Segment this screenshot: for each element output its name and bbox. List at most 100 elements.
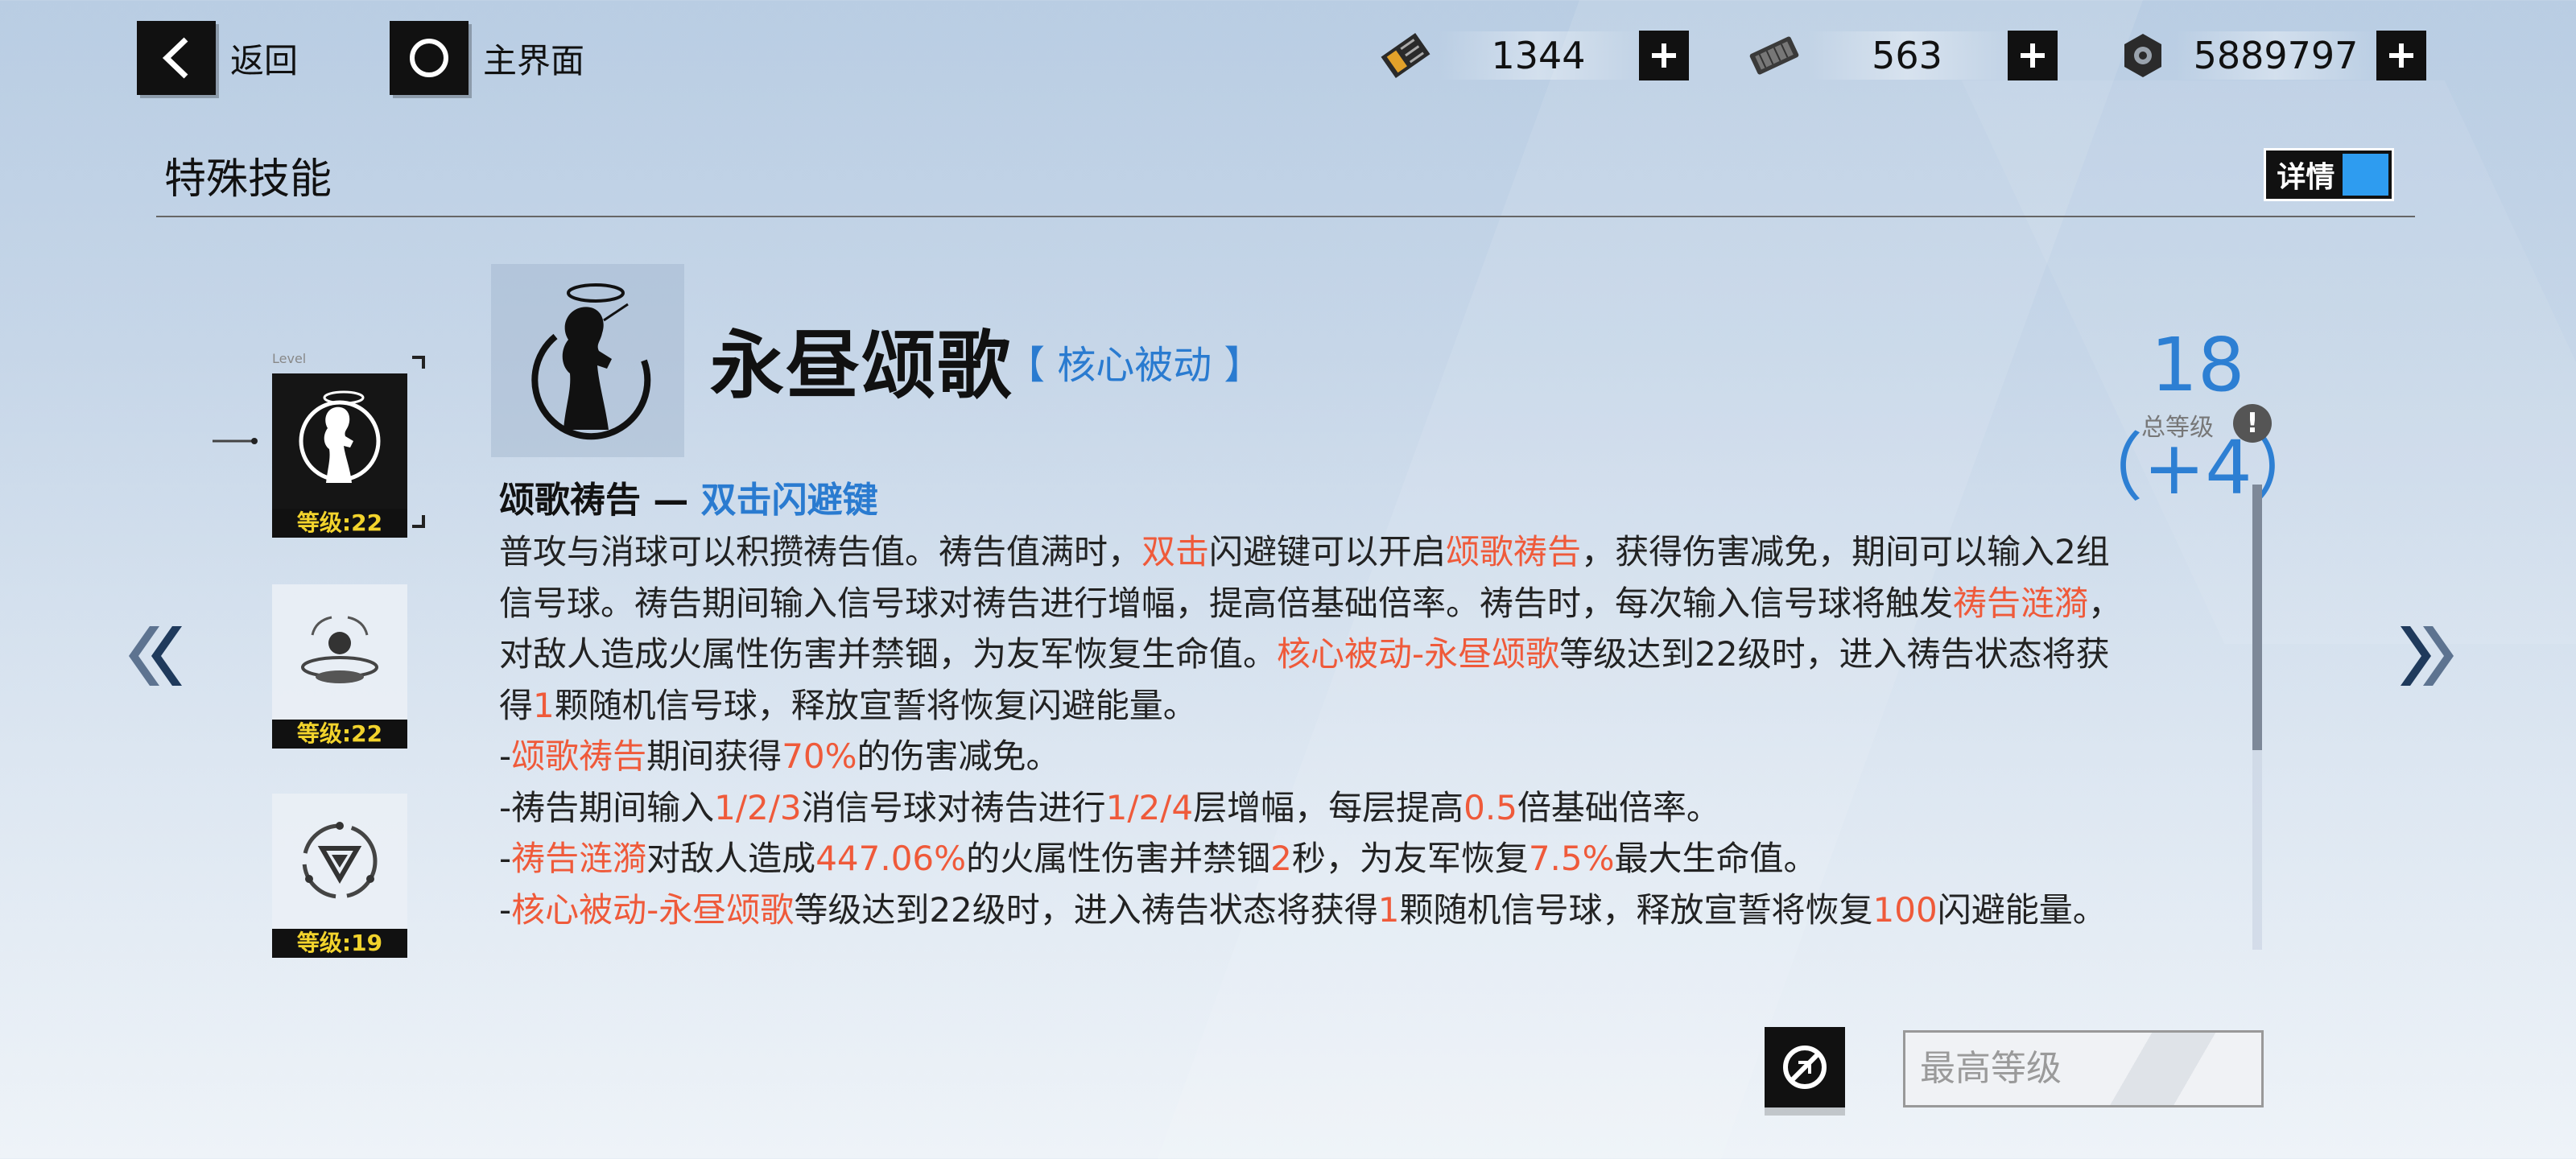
description-text: 等级达到22级时，进入祷告状态将获 [1559,634,2110,674]
description-line: -核心被动-永昼颂歌等级达到22级时，进入祷告状态将获得1颗随机信号球，释放宣誓… [499,885,2238,936]
gear-nut-icon [2111,27,2175,84]
highlight-text: 1 [1377,889,1400,930]
description-line: -祷告期间输入1/2/3消信号球对祷告进行1/2/4层增幅，每层提高0.5倍基础… [499,782,2238,834]
resource-ticket: 1344 [1373,27,1689,84]
back-button[interactable]: 返回 [137,21,298,95]
next-arrow-button[interactable] [2401,620,2465,692]
angel-silhouette-icon [272,373,407,509]
highlight-text: 100 [1872,889,1938,930]
description-text: 倍基础倍率。 [1517,787,1720,827]
divider [156,216,2415,217]
highlight-text: 祷告涟漪 [1953,583,2089,623]
description-text: 闪避键可以开启 [1209,532,1447,571]
highlight-text: 2 [1270,839,1292,878]
orb-platform-icon [272,584,407,720]
chevron-left-icon [137,21,216,95]
triangle-ring-icon [272,794,407,929]
ticket-icon [1373,27,1438,84]
description-line: -颂歌祷告期间获得70%的伤害减免。 [499,731,2238,782]
description-text: 信号球。祷告期间输入信号球对祷告进行增幅，提高倍基础倍率。祷告时，每次输入信号球… [499,583,1954,623]
description-line: 对敌人造成火属性伤害并禁锢，为友军恢复生命值。核心被动-永昼颂歌等级达到22级时… [499,629,2238,680]
highlight-text: 祷告涟漪 [511,839,647,878]
total-level-label: 总等级 [2141,414,2214,442]
description-text: -祷告期间输入 [499,787,715,827]
no-upgrade-button[interactable] [1765,1027,1845,1107]
toggle-knob [2342,154,2388,196]
home-label: 主界面 [483,40,585,80]
skill-type: 【 核心被动 】 [1006,343,1263,388]
circle-icon [390,21,469,95]
description-text: 颗随机信号球，释放宣誓将恢复 [1399,889,1873,930]
add-ticket-button[interactable] [1639,31,1689,80]
resource-value: 563 [1806,31,2008,80]
detail-label: 详情 [2277,161,2335,194]
description-text: 最大生命值。 [1614,839,1818,878]
resource-value: 1344 [1438,31,1639,80]
description-text: - [499,736,512,776]
highlight-text: 7.5% [1528,839,1615,878]
skill-portrait [491,264,684,457]
info-icon[interactable]: ! [2233,404,2272,443]
max-level-button[interactable]: 最高等级 [1903,1030,2264,1107]
subtitle-key: 双击闪避键 [700,480,878,521]
highlight-text: 颂歌祷告 [511,736,647,776]
description-text: - [499,889,512,930]
description-text: 的伤害减免。 [857,736,1060,776]
description-text: - [499,839,512,878]
description-text: 普攻与消球可以积攒祷告值。祷告值满时， [499,532,1142,571]
angel-silhouette-icon [531,283,651,440]
add-chip-button[interactable] [2008,31,2058,80]
description-line: 得1颗随机信号球，释放宣誓将恢复闪避能量。 [499,680,2238,732]
add-coin-button[interactable] [2376,31,2426,80]
prev-arrow-button[interactable] [118,620,182,692]
highlight-text: 70% [782,736,857,776]
skill-list-item-1[interactable]: 等级:22 [272,373,407,538]
description-text: 对敌人造成 [646,839,816,878]
skill-list-item-2[interactable]: 等级:22 [272,584,407,749]
double-chevron-left-icon [129,626,182,686]
resource-coin: 5889797 [2111,27,2426,84]
chip-icon [1742,27,1806,84]
highlight-text: 0.5 [1463,787,1517,827]
highlight-text: 核心被动-永昼颂歌 [1277,634,1560,674]
skill-description: 颂歌祷告 — 双击闪避键 普攻与消球可以积攒祷告值。祷告值满时，双击闪避键可以开… [499,475,2238,953]
highlight-text: 颂歌祷告 [1446,532,1582,571]
scrollbar-thumb[interactable] [2252,485,2262,750]
description-text: 消信号球对祷告进行 [801,787,1106,827]
description-line: 信号球。祷告期间输入信号球对祷告进行增幅，提高倍基础倍率。祷告时，每次输入信号球… [499,578,2238,629]
description-text: ， [2088,583,2123,623]
description-text: 闪避能量。 [1937,889,2107,930]
description-text: 的火属性伤害并禁锢 [966,839,1271,878]
description-text: 得 [499,685,534,725]
description-text: 秒，为友军恢复 [1291,839,1529,878]
description-text: 等级达到22级时，进入祷告状态将获得 [794,889,1378,930]
description-lines: 普攻与消球可以积攒祷告值。祷告值满时，双击闪避键可以开启颂歌祷告，获得伤害减免，… [499,526,2238,935]
prohibited-icon [1783,1046,1827,1089]
resource-value: 5889797 [2175,31,2376,80]
skill-name: 永昼颂歌 [710,323,1013,409]
double-chevron-right-icon [2401,626,2454,686]
subtitle-prefix: 颂歌祷告 — [499,480,701,521]
description-line: -祷告涟漪对敌人造成447.06%的火属性伤害并禁锢2秒，为友军恢复7.5%最大… [499,833,2238,885]
home-button[interactable]: 主界面 [390,21,584,95]
skill-level: 等级:19 [272,929,407,958]
description-text: ，获得伤害减免，期间可以输入2组 [1581,532,2110,571]
description-text: 层增幅，每层提高 [1193,787,1464,827]
highlight-text: 1/2/4 [1105,787,1194,827]
skill-level: 等级:22 [272,720,407,749]
skill-list-item-3[interactable]: 等级:19 [272,794,407,958]
highlight-text: 1 [533,685,555,725]
highlight-text: 核心被动-永昼颂歌 [511,889,795,930]
description-text: 期间获得 [646,736,782,776]
detail-toggle[interactable]: 详情 [2264,148,2394,201]
description-line: 普攻与消球可以积攒祷告值。祷告值满时，双击闪避键可以开启颂歌祷告，获得伤害减免，… [499,526,2238,578]
highlight-text: 447.06% [815,839,967,878]
skill-level: 等级:22 [272,509,407,538]
back-label: 返回 [230,40,299,80]
description-text: 颗随机信号球，释放宣誓将恢复闪避能量。 [554,685,1197,725]
section-title: 特殊技能 [164,155,332,204]
description-text: 对敌人造成火属性伤害并禁锢，为友军恢复生命值。 [499,634,1278,674]
highlight-text: 1/2/3 [714,787,802,827]
highlight-text: 双击 [1141,532,1210,571]
resource-chip: 563 [1742,27,2058,84]
